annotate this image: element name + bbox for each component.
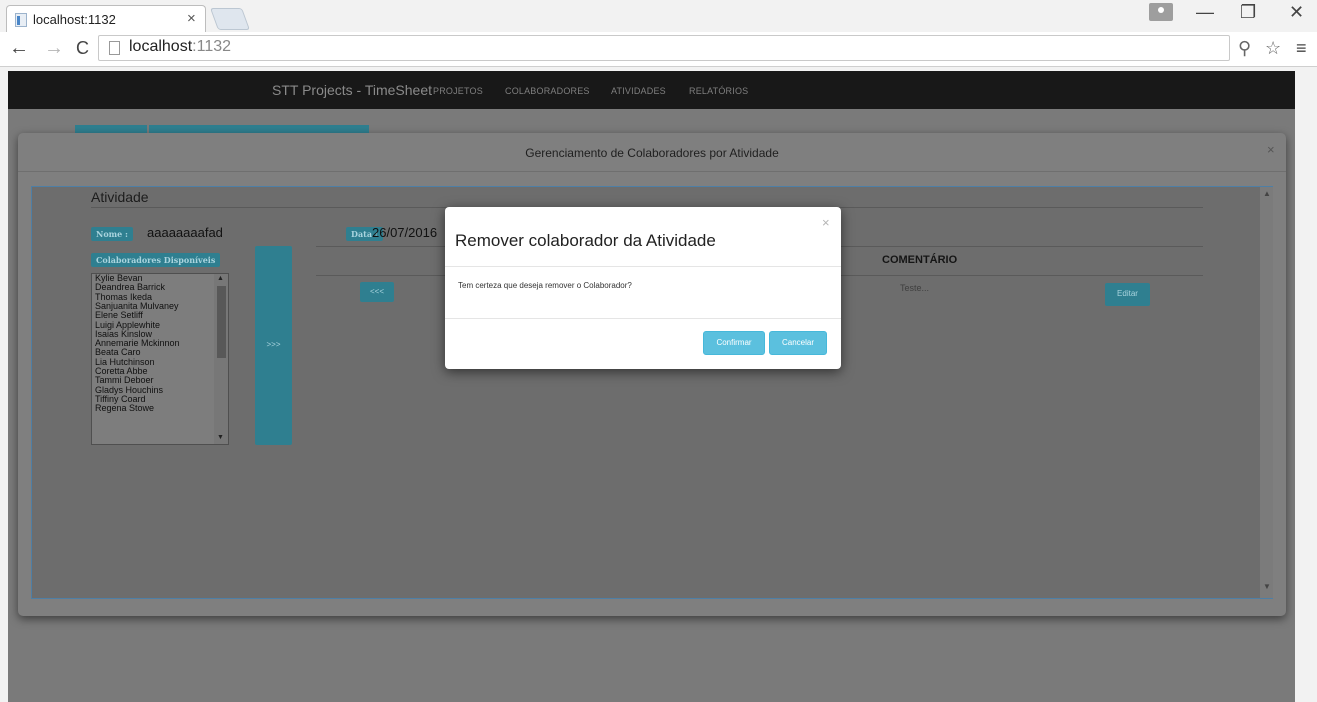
- remove-colaborador-button[interactable]: <<<: [360, 282, 394, 302]
- dialog-divider: [445, 318, 841, 319]
- nome-value: aaaaaaaafad: [147, 225, 223, 240]
- browser-toolbar: ← → C localhost:1132 ⚲ ☆ ≡: [0, 32, 1317, 67]
- confirm-remove-dialog: × Remover colaborador da Atividade Tem c…: [445, 207, 841, 369]
- edit-button-label: Editar: [1117, 289, 1138, 298]
- column-header-comentario: COMENTÁRIO: [882, 254, 958, 266]
- available-label: Colaboradores Disponíveis: [91, 253, 221, 267]
- nav-relatorios[interactable]: RELATÓRIOS: [689, 86, 748, 96]
- browser-tab[interactable]: localhost:1132 ×: [6, 5, 206, 32]
- nav-atividades[interactable]: ATIVIDADES: [611, 86, 666, 96]
- scroll-down-icon[interactable]: ▼: [217, 434, 224, 441]
- remove-button-label: <<<: [369, 287, 384, 296]
- new-tab-button[interactable]: [209, 8, 251, 30]
- url-text[interactable]: localhost:1132: [129, 38, 231, 56]
- add-button-label: >>>: [266, 340, 281, 349]
- app-navbar: STT Projects - TimeSheet PROJETOS COLABO…: [8, 71, 1295, 109]
- scroll-thumb[interactable]: [217, 286, 226, 358]
- edit-button[interactable]: Editar: [1105, 283, 1150, 306]
- nome-label: Nome :: [91, 227, 133, 241]
- close-window-icon[interactable]: ✕: [1289, 2, 1304, 23]
- comment-cell: Teste...: [900, 283, 930, 293]
- dialog-close-icon[interactable]: ×: [822, 215, 830, 230]
- favicon-icon: [15, 13, 27, 27]
- available-listbox[interactable]: Kylie Bevan Deandrea Barrick Thomas Iked…: [91, 273, 229, 445]
- zoom-icon[interactable]: ⚲: [1238, 38, 1251, 59]
- modal-header: Gerenciamento de Colaboradores por Ativi…: [18, 133, 1286, 172]
- brand-link[interactable]: STT Projects - TimeSheet: [272, 82, 432, 98]
- reload-icon[interactable]: C: [76, 38, 89, 59]
- modal-title: Gerenciamento de Colaboradores por Ativi…: [525, 146, 779, 160]
- dialog-message: Tem certeza que deseja remover o Colabor…: [458, 281, 632, 290]
- menu-icon[interactable]: ≡: [1296, 38, 1307, 59]
- nav-colaboradores[interactable]: COLABORADORES: [505, 86, 590, 96]
- confirm-button-label: Confirmar: [716, 338, 752, 347]
- page-icon: [109, 41, 120, 55]
- add-colaborador-button[interactable]: >>>: [255, 246, 292, 445]
- data-value: 26/07/2016: [372, 225, 438, 240]
- back-arrow-icon[interactable]: ←: [9, 37, 29, 60]
- page-viewport: STT Projects - TimeSheet PROJETOS COLABO…: [8, 71, 1295, 702]
- panel-scrollbar[interactable]: ▲ ▼: [1260, 187, 1273, 598]
- colaboradores-modal: Gerenciamento de Colaboradores por Ativi…: [18, 133, 1286, 616]
- listbox-scrollbar[interactable]: ▲ ▼: [214, 274, 228, 444]
- user-icon[interactable]: [1149, 3, 1173, 21]
- confirm-button[interactable]: Confirmar: [703, 331, 765, 355]
- list-item[interactable]: Elene Setliff: [95, 310, 143, 320]
- forward-arrow-icon[interactable]: →: [44, 37, 64, 60]
- nav-projetos[interactable]: PROJETOS: [433, 86, 483, 96]
- minimize-icon[interactable]: —: [1196, 2, 1214, 23]
- star-icon[interactable]: ☆: [1265, 38, 1281, 59]
- tab-close-icon[interactable]: ×: [187, 10, 196, 27]
- address-bar[interactable]: localhost:1132: [98, 35, 1230, 61]
- tab-title: localhost:1132: [33, 12, 116, 27]
- dialog-title: Remover colaborador da Atividade: [455, 231, 716, 250]
- section-title: Atividade: [91, 189, 149, 205]
- dialog-divider: [445, 266, 841, 267]
- cancel-button[interactable]: Cancelar: [769, 331, 827, 355]
- cancel-button-label: Cancelar: [781, 338, 814, 347]
- tab-strip: localhost:1132 × — ❐ ✕: [0, 0, 1317, 32]
- scroll-up-icon[interactable]: ▲: [217, 275, 224, 282]
- maximize-icon[interactable]: ❐: [1240, 2, 1256, 23]
- scroll-down-icon[interactable]: ▼: [1263, 582, 1271, 591]
- scroll-up-icon[interactable]: ▲: [1263, 189, 1271, 198]
- modal-close-icon[interactable]: ×: [1267, 142, 1275, 157]
- url-port: :1132: [192, 38, 232, 55]
- list-item[interactable]: Regena Stowe: [95, 403, 154, 413]
- url-host: localhost: [129, 38, 193, 55]
